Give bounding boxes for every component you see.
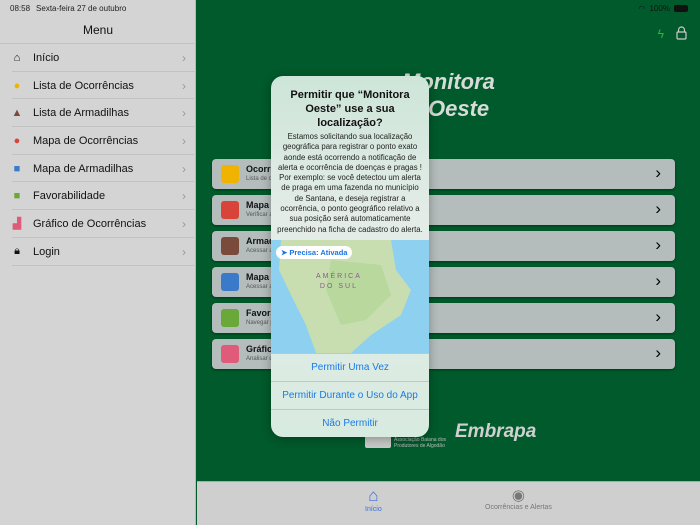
trap-icon: ▲ [11, 107, 23, 120]
lock-icon: 🔒︎ [14, 245, 20, 258]
card-icon [221, 273, 239, 291]
card-subtitle: Navegar p [246, 320, 274, 326]
chevron-right-icon: › [655, 163, 661, 182]
card-subtitle: Analisar d [246, 356, 273, 362]
tab-label: Início [365, 506, 382, 513]
dialog-title: Permitir que “Monitora Oeste” use a sua … [290, 89, 410, 129]
menu-item-grafico[interactable]: ▟ Gráfico de Ocorrências › [0, 210, 196, 238]
card-subtitle: Acessar a [246, 248, 273, 254]
allow-while-using-button[interactable]: Permitir Durante o Uso do App [271, 381, 429, 409]
map-label: AMÉRICA DO SUL [316, 272, 362, 292]
lightning-icon[interactable]: ϟ [658, 27, 664, 41]
field-map-icon: ■ [13, 190, 21, 203]
menu-label: Mapa de Ocorrências [33, 134, 139, 147]
card-icon [221, 345, 239, 363]
map-label-line-1: AMÉRICA [316, 273, 362, 280]
status-bar-right: ◠ 100% [639, 4, 688, 13]
dialog-message: Estamos solicitando sua localização geog… [277, 132, 423, 234]
lock-icon[interactable] [676, 26, 687, 40]
menu-item-lista-armadilhas[interactable]: ▲ Lista de Armadilhas › [0, 99, 196, 127]
sidebar: 08:58 Sexta-feira 27 de outubro Menu ⌂ Iní… [0, 0, 196, 525]
menu-label: Login [33, 245, 60, 258]
time: 08:58 [10, 4, 31, 13]
battery-icon [674, 5, 688, 12]
allow-once-button[interactable]: Permitir Uma Vez [271, 353, 429, 381]
location-map: ➤ Precisa: Ativada AMÉRICA DO SUL [271, 240, 429, 353]
chevron-right-icon: › [182, 216, 186, 231]
card-icon [221, 201, 239, 219]
chevron-right-icon: › [655, 343, 661, 362]
menu-label: Mapa de Armadilhas [33, 162, 134, 175]
card-icon [221, 237, 239, 255]
menu-label: Gráfico de Ocorrências [33, 217, 147, 230]
menu-item-lista-ocorrencias[interactable]: ● Lista de Ocorrências › [0, 72, 196, 100]
chevron-right-icon: › [182, 244, 186, 259]
tab-inicio[interactable]: ⌂ Início [365, 486, 382, 513]
card-subtitle: Lista de o [246, 176, 273, 182]
map-icon: ■ [13, 162, 21, 175]
bell-icon: ◉ [511, 487, 525, 504]
chevron-right-icon: › [655, 235, 661, 254]
status-bar-left: 08:58 Sexta-feira 27 de outubro [10, 4, 132, 13]
menu-item-login[interactable]: 🔒︎ Login › [0, 238, 196, 266]
menu-list: ⌂ Início › ● Lista de Ocorrências › ▲ Lista d… [0, 43, 196, 266]
menu-item-favorabilidade[interactable]: ■ Favorabilidade › [0, 182, 196, 210]
chevron-right-icon: › [655, 199, 661, 218]
menu-label: Favorabilidade [33, 190, 106, 203]
menu-label: Início [33, 51, 60, 64]
chart-icon: ▟ [12, 218, 22, 231]
menu-title: Menu [82, 23, 114, 37]
home-icon: ⌂ [368, 486, 379, 505]
precise-label: Precisa: Ativada [289, 248, 348, 257]
tab-bar: ⌂ Início ◉ Ocorrências e Alertas [197, 481, 700, 525]
wifi-icon: ◠ [638, 4, 646, 13]
card-subtitle: Acessar a [246, 284, 273, 290]
embrapa-logo: Embrapa [455, 421, 537, 442]
chevron-right-icon: › [182, 133, 186, 148]
card-icon [221, 165, 239, 183]
map-label-line-2: DO SUL [319, 283, 358, 290]
card-icon [221, 309, 239, 327]
card-subtitle: Verificar a [246, 212, 273, 218]
menu-item-inicio[interactable]: ⌂ Início › [0, 44, 196, 72]
chevron-right-icon: › [182, 161, 186, 176]
chevron-right-icon: › [182, 78, 186, 93]
bell-icon: ● [13, 79, 21, 92]
chevron-right-icon: › [655, 307, 661, 326]
chevron-right-icon: › [182, 50, 186, 65]
menu-label: Lista de Armadilhas [33, 107, 129, 120]
chevron-right-icon: › [182, 106, 186, 121]
chevron-right-icon: › [655, 271, 661, 290]
date: Sexta-feira 27 de outubro [36, 4, 127, 13]
home-icon: ⌂ [13, 51, 21, 64]
dont-allow-button[interactable]: Não Permitir [271, 409, 429, 437]
precise-location-toggle[interactable]: ➤ Precisa: Ativada [276, 246, 353, 259]
tab-ocorrencias-alertas[interactable]: ◉ Ocorrências e Alertas [485, 486, 552, 511]
partner-text: Associação Baiana dos Produtores de Algo… [394, 437, 446, 449]
map-pin-icon: ● [13, 134, 21, 147]
tab-label: Ocorrências e Alertas [485, 504, 552, 511]
location-permission-dialog: Permitir que “Monitora Oeste” use a sua … [271, 76, 429, 437]
chevron-right-icon: › [182, 189, 186, 204]
menu-item-mapa-armadilhas[interactable]: ■ Mapa de Armadilhas › [0, 155, 196, 183]
menu-item-mapa-ocorrencias[interactable]: ● Mapa de Ocorrências › [0, 127, 196, 155]
menu-label: Lista de Ocorrências [33, 79, 134, 92]
battery-percent: 100% [649, 4, 670, 13]
